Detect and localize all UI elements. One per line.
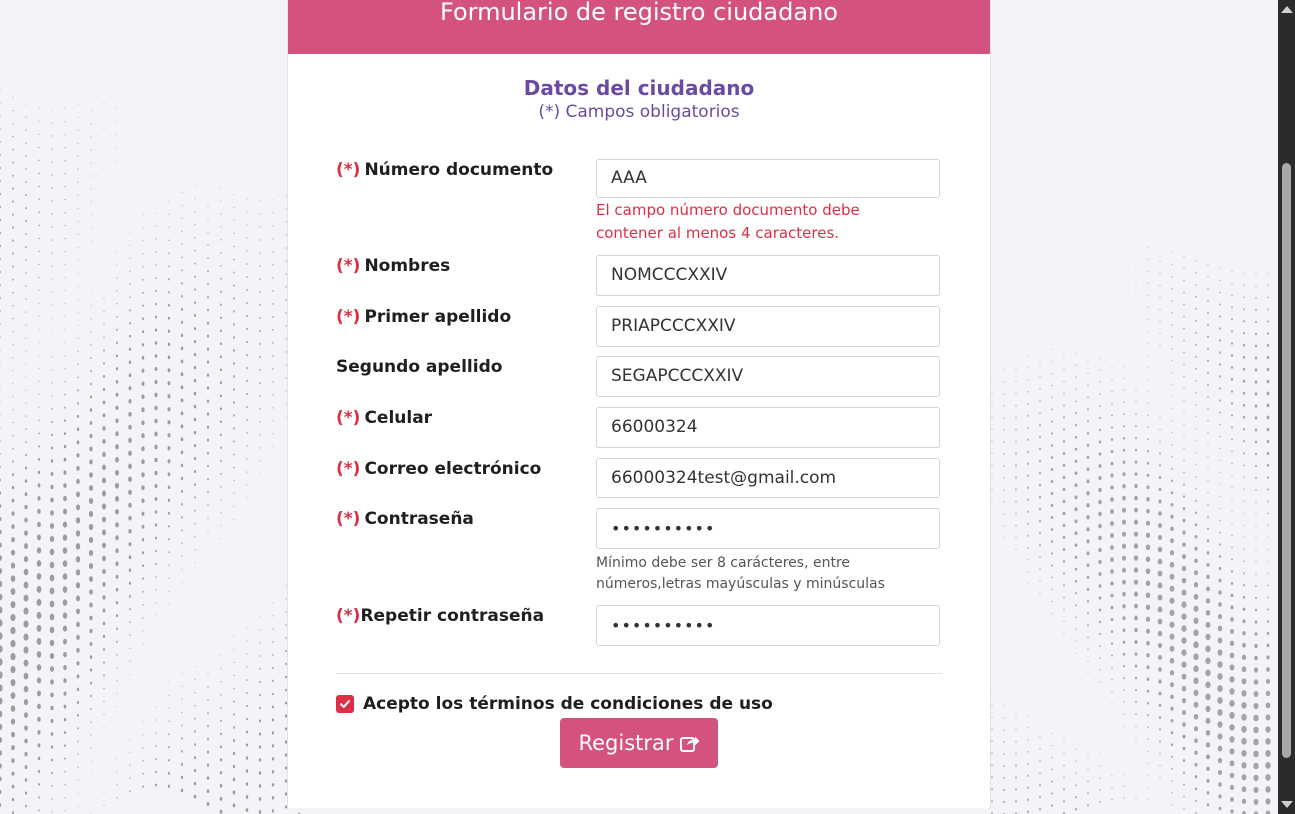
section-title: Datos del ciudadano (523, 76, 755, 100)
registration-form: Formulario de registro ciudadano Datos d… (287, 0, 991, 808)
terms-row: Acepto los términos de condiciones de us… (336, 694, 773, 714)
contrasena-hint: Mínimo debe ser 8 carácteres, entre núme… (596, 555, 885, 592)
segundo-apellido-label: Segundo apellido (336, 357, 503, 377)
correo-input[interactable]: 66000324test@gmail.com (596, 458, 940, 498)
correo-label: (*) Correo electrónico (336, 459, 542, 479)
required-marker: (*) (336, 606, 361, 626)
required-marker: (*) (336, 408, 361, 428)
documento-input[interactable]: AAA (596, 159, 940, 198)
primer-apellido-label: (*) Primer apellido (336, 307, 512, 327)
form-header: Formulario de registro ciudadano (288, 0, 990, 54)
contrasena-input[interactable]: •••••••••• (596, 508, 940, 549)
share-icon (679, 736, 700, 752)
register-button[interactable]: Registrar (560, 718, 718, 768)
celular-label: (*) Celular (336, 408, 433, 428)
primer-apellido-input[interactable]: PRIAPCCCXXIV (596, 306, 940, 347)
required-marker: (*) (336, 509, 361, 529)
documento-label: (*) Número documento (336, 160, 554, 180)
required-marker: (*) (336, 160, 361, 180)
segundo-apellido-input[interactable]: SEGAPCCCXXIV (596, 356, 940, 397)
required-marker: (*) (336, 307, 361, 327)
scroll-thumb[interactable] (1282, 163, 1291, 758)
required-marker: (*) (336, 256, 361, 276)
check-icon (340, 700, 350, 708)
celular-input[interactable]: 66000324 (596, 407, 940, 448)
nombres-label: (*) Nombres (336, 256, 451, 276)
nombres-input[interactable]: NOMCCCXXIV (596, 255, 940, 296)
documento-error: El campo número documento debe contener … (596, 201, 860, 242)
register-button-label: Registrar (578, 731, 674, 755)
repetir-contrasena-label: (*)Repetir contraseña (336, 606, 545, 626)
section-subtitle: (*) Campos obligatorios (538, 102, 740, 122)
terms-checkbox[interactable] (336, 695, 354, 713)
repetir-contrasena-input[interactable]: •••••••••• (596, 605, 940, 646)
scroll-up-icon[interactable] (1281, 6, 1293, 13)
terms-label[interactable]: Acepto los términos de condiciones de us… (363, 694, 773, 714)
scroll-down-icon[interactable] (1281, 801, 1293, 808)
contrasena-label: (*) Contraseña (336, 509, 474, 529)
divider (336, 673, 942, 674)
required-marker: (*) (336, 459, 361, 479)
scrollbar[interactable] (1278, 0, 1295, 814)
form-title: Formulario de registro ciudadano (440, 0, 838, 26)
